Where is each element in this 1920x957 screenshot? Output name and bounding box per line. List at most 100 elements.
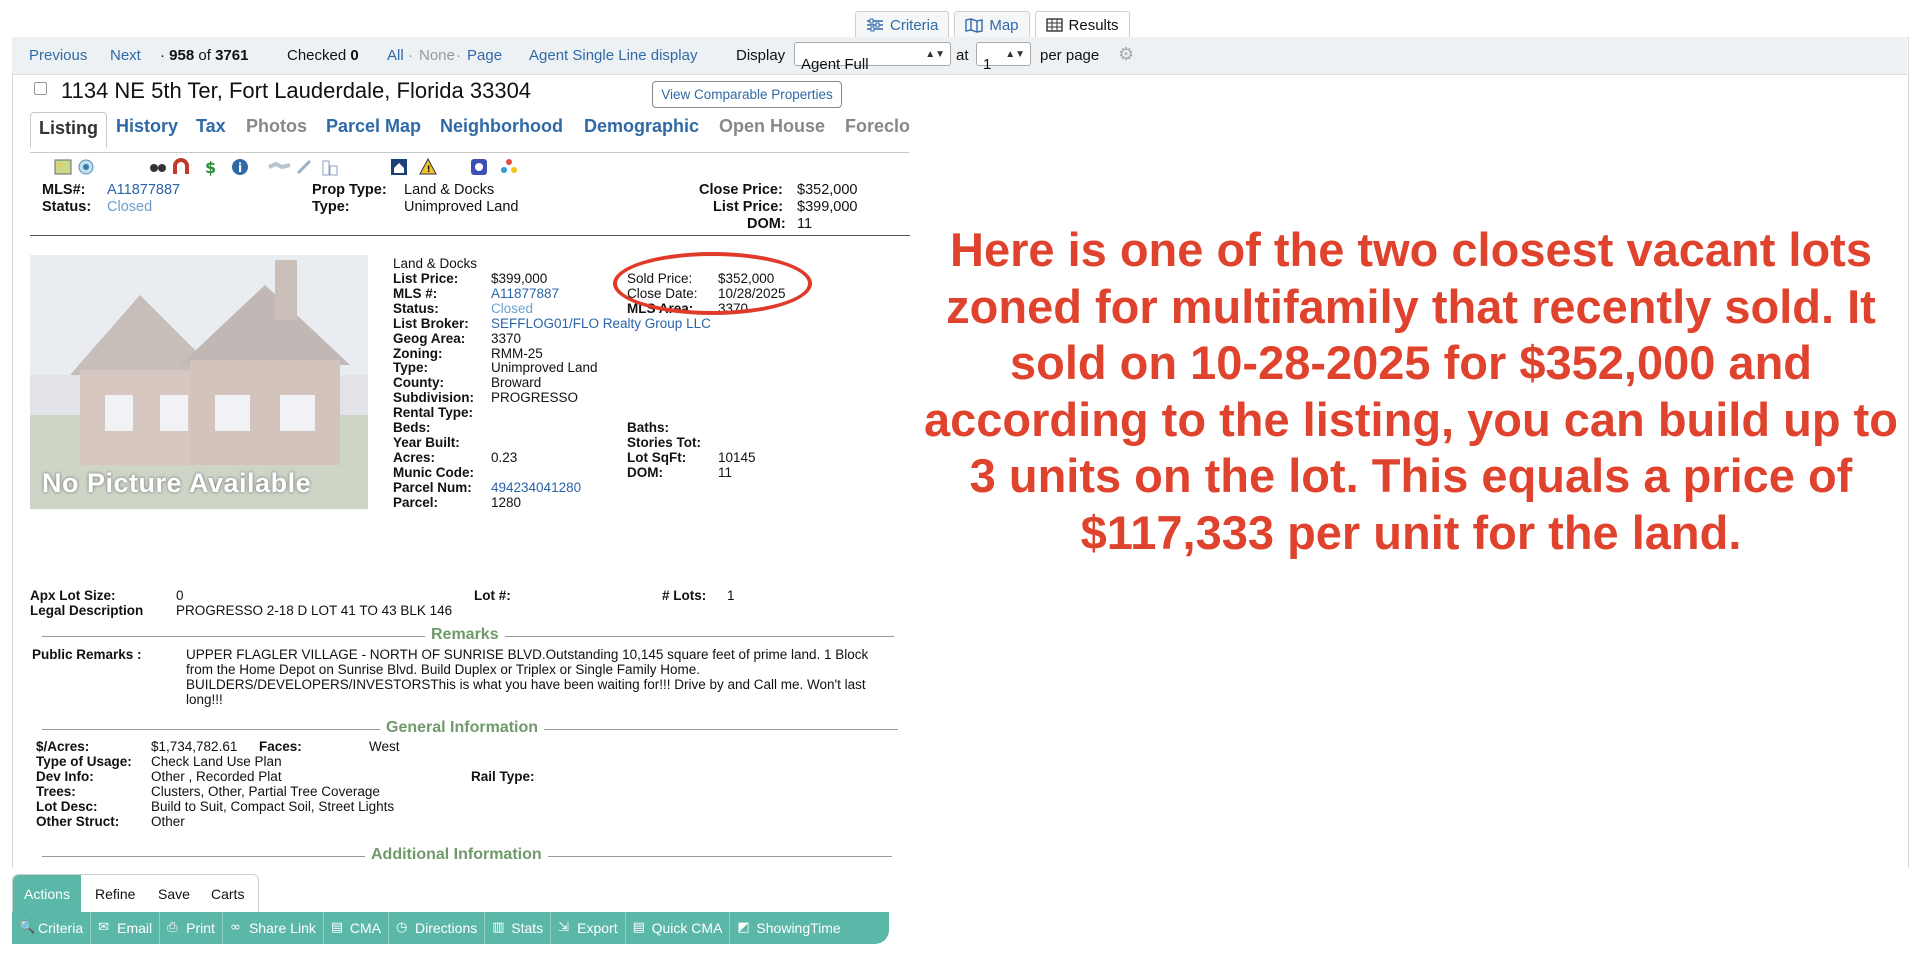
remarks-header: Remarks	[42, 626, 894, 646]
dollar-icon[interactable]: $	[202, 158, 220, 176]
view-comparable-button[interactable]: View Comparable Properties	[652, 81, 842, 108]
tab-listing[interactable]: Listing	[30, 112, 107, 148]
agent-single-line-link[interactable]: Agent Single Line display	[529, 47, 697, 64]
info-icon[interactable]: i	[231, 158, 249, 176]
chart-icon: ▥	[492, 920, 505, 935]
school-icon[interactable]	[470, 158, 488, 176]
list-broker-label: List Broker:	[393, 315, 469, 331]
mls-link[interactable]: A11877887	[107, 182, 180, 198]
of-label: of	[198, 47, 211, 64]
stats-button[interactable]: ▥ Stats	[485, 912, 552, 944]
mls-label: MLS #:	[393, 285, 438, 301]
additional-info-title: Additional Information	[365, 846, 548, 864]
building-icon[interactable]	[321, 158, 339, 176]
magnet-icon[interactable]	[172, 158, 190, 176]
warning-icon[interactable]: !	[419, 158, 437, 176]
refresh-icon[interactable]	[77, 158, 95, 176]
tab-results-label: Results	[1068, 16, 1119, 34]
tab-actions[interactable]: Actions	[13, 875, 81, 913]
display-select[interactable]: Agent Full ▲▼	[794, 42, 951, 73]
email-label: Email	[117, 920, 153, 936]
list-price-value: $399,000	[491, 271, 548, 286]
tab-photos[interactable]: Photos	[246, 116, 307, 137]
binoculars-icon[interactable]	[149, 158, 167, 176]
tab-parcel-map[interactable]: Parcel Map	[326, 116, 421, 137]
share-link-button[interactable]: ∞ Share Link	[223, 912, 324, 944]
stories-tot-label: Stories Tot:	[627, 434, 701, 450]
house-icon[interactable]	[390, 158, 408, 176]
email-button[interactable]: ✉ Email	[91, 912, 161, 944]
gear-icon[interactable]: ⚙	[1118, 44, 1134, 65]
zoning-label: Zoning:	[393, 345, 443, 361]
handshake-icon[interactable]	[268, 158, 292, 176]
tab-criteria-label: Criteria	[890, 16, 939, 34]
tab-tax[interactable]: Tax	[196, 116, 226, 137]
results-toolbar: Previous Next · 958 of 3761 Checked 0 Al…	[12, 37, 1907, 75]
list-price-label: List Price:	[713, 199, 784, 215]
acres-label: $/Acres:	[36, 739, 90, 754]
quick-cma-label: Quick CMA	[651, 920, 723, 936]
updown-caret-icon: ▲▼	[925, 49, 945, 60]
close-price-value: $352,000	[797, 182, 858, 198]
tab-history[interactable]: History	[116, 116, 178, 137]
separator: ·	[408, 47, 413, 64]
cma-button[interactable]: ▤ CMA	[324, 912, 389, 944]
dev-info-value: Other , Recorded Plat	[151, 769, 282, 784]
poi-icon[interactable]	[500, 158, 518, 176]
dom-label: DOM:	[627, 464, 663, 480]
criteria-button[interactable]: 🔍 Criteria	[12, 912, 92, 944]
directions-button[interactable]: ◷ Directions	[389, 912, 486, 944]
dev-info-label: Dev Info:	[36, 769, 94, 784]
list-broker-link[interactable]: SEFFLOG01/FLO Realty Group LLC	[491, 316, 711, 331]
status-label: Status:	[393, 300, 439, 316]
tab-map[interactable]: Map	[954, 11, 1030, 38]
num-lots-label: # Lots:	[662, 588, 707, 603]
export-icon: ⇲	[558, 920, 570, 935]
apx-lot-value: 0	[176, 588, 184, 603]
actions-tabs: Actions Refine Save Carts	[12, 874, 259, 913]
tab-carts[interactable]: Carts	[211, 886, 244, 902]
quick-cma-button[interactable]: ▤ Quick CMA	[626, 912, 731, 944]
share-link-label: Share Link	[248, 920, 316, 936]
print-button[interactable]: ⎙ Print	[160, 912, 223, 944]
acres-label: Acres:	[393, 449, 436, 465]
public-remarks-label: Public Remarks :	[32, 647, 142, 662]
county-label: County:	[393, 375, 444, 391]
next-link[interactable]: Next	[110, 47, 141, 64]
subdivision-label: Subdivision:	[393, 390, 474, 406]
legal-value: PROGRESSO 2-18 D LOT 41 TO 43 BLK 146	[176, 603, 453, 618]
remarks-line: from the Home Depot on Sunrise Blvd. Bui…	[186, 662, 700, 677]
property-address: 1134 NE 5th Ter, Fort Lauderdale, Florid…	[61, 78, 532, 103]
list-price-label: List Price:	[393, 271, 459, 286]
tab-criteria[interactable]: Criteria	[855, 11, 950, 38]
lot-num-label: Lot #:	[474, 588, 511, 603]
remarks-title: Remarks	[425, 626, 505, 644]
tab-results[interactable]: Results	[1034, 11, 1130, 38]
tab-save[interactable]: Save	[158, 886, 190, 902]
export-button[interactable]: ⇲ Export	[551, 912, 626, 944]
tools-icon[interactable]	[295, 158, 313, 176]
export-label: Export	[577, 920, 618, 936]
tab-refine[interactable]: Refine	[95, 886, 135, 902]
mls-link[interactable]: A11877887	[491, 286, 559, 301]
no-picture-text: No Picture Available	[42, 468, 312, 498]
select-all-link[interactable]: All	[387, 47, 404, 64]
showingtime-button[interactable]: ◩ ShowingTime	[730, 912, 847, 944]
mls-label: MLS#:	[42, 182, 86, 198]
at-select[interactable]: 1 ▲▼	[976, 42, 1031, 73]
select-page-link[interactable]: Page	[467, 47, 502, 64]
select-none-link[interactable]: None	[419, 47, 455, 64]
previous-link[interactable]: Previous	[29, 47, 87, 64]
picture-icon[interactable]	[54, 158, 72, 176]
no-picture-placeholder: No Picture Available	[30, 255, 368, 509]
type-label: Type:	[312, 199, 350, 215]
tab-open-house[interactable]: Open House	[719, 116, 825, 137]
tab-neighborhood[interactable]: Neighborhood	[440, 116, 563, 137]
tab-foreclosure[interactable]: Foreclo	[845, 116, 909, 137]
parcel-num-link[interactable]: 494234041280	[491, 480, 581, 495]
select-checkbox[interactable]	[34, 82, 47, 95]
at-label: at	[956, 47, 969, 64]
parcel-label: Parcel:	[393, 494, 439, 510]
directions-label: Directions	[415, 920, 478, 936]
tab-demographic[interactable]: Demographic	[584, 116, 699, 137]
